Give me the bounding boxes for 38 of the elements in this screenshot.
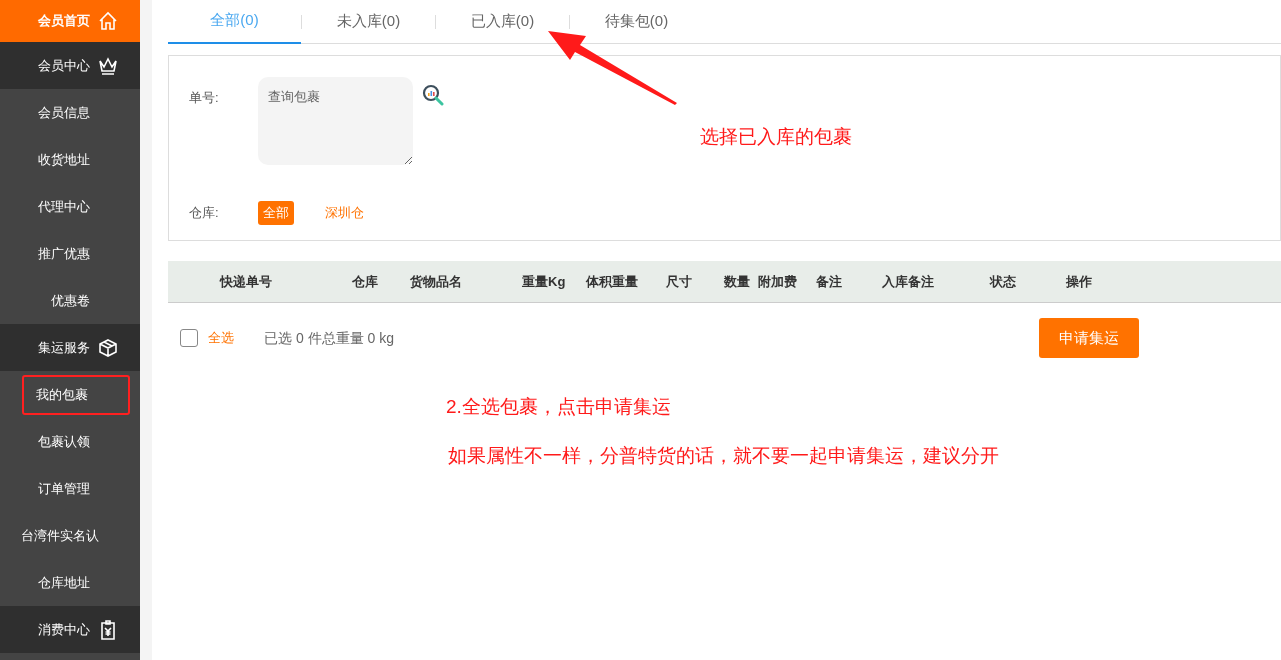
field-label: 单号: — [189, 89, 220, 107]
sidebar-item[interactable]: 推广优惠 — [22, 233, 130, 274]
tab[interactable]: 已入库(0) — [436, 0, 569, 44]
sidebar-item[interactable]: 会员信息 — [22, 92, 130, 133]
sidebar-item[interactable]: 我的包裹 — [22, 374, 130, 415]
column-header: 体积重量 — [586, 272, 639, 291]
checkbox[interactable] — [180, 329, 198, 347]
search-icon[interactable] — [422, 84, 444, 106]
sidebar-item[interactable]: 收货地址 — [22, 139, 130, 180]
tab[interactable]: 待集包(0) — [570, 0, 703, 44]
column-header: 操作 — [1066, 272, 1093, 291]
sidebar-item[interactable]: 订单管理 — [22, 468, 130, 509]
column-header: 尺寸 — [666, 272, 693, 291]
annotation-text: 如果属性不一样，分普特货的话，就不要一起申请集运，建议分开 — [448, 444, 999, 468]
sidebar-item[interactable]: 包裹认领 — [22, 421, 130, 462]
home-icon — [98, 11, 118, 31]
column-header: 货物品名 — [410, 272, 463, 291]
field-label: 仓库: — [189, 204, 220, 223]
column-header: 数量 — [724, 272, 751, 291]
column-header: 快递单号 — [220, 272, 273, 291]
crown-icon — [98, 55, 118, 76]
column-header: 仓库 — [352, 272, 379, 291]
sidebar-item[interactable]: 代理中心 — [22, 186, 130, 227]
receipt-icon — [98, 619, 118, 640]
column-header: 状态 — [990, 272, 1017, 291]
sidebar-item[interactable]: 台湾件实名认 — [22, 515, 139, 556]
tab[interactable]: 未入库(0) — [302, 0, 435, 44]
search-field[interactable]: 查询包裹 — [258, 77, 413, 165]
box-icon — [98, 337, 118, 358]
column-header: 附加费 — [758, 272, 798, 291]
annotation-text: 选择已入库的包裹 — [700, 125, 852, 149]
selection-summary: 已选 0 件总重量 0 kg — [264, 328, 394, 348]
annotation-text: 2.全选包裹，点击申请集运 — [446, 395, 671, 419]
column-header: 入库备注 — [882, 272, 935, 291]
column-header: 备注 — [816, 272, 843, 291]
column-header: 重量Kg — [522, 272, 567, 291]
sidebar-item[interactable]: 仓库地址 — [22, 562, 130, 603]
sidebar-item[interactable]: 优惠卷 — [22, 280, 130, 321]
